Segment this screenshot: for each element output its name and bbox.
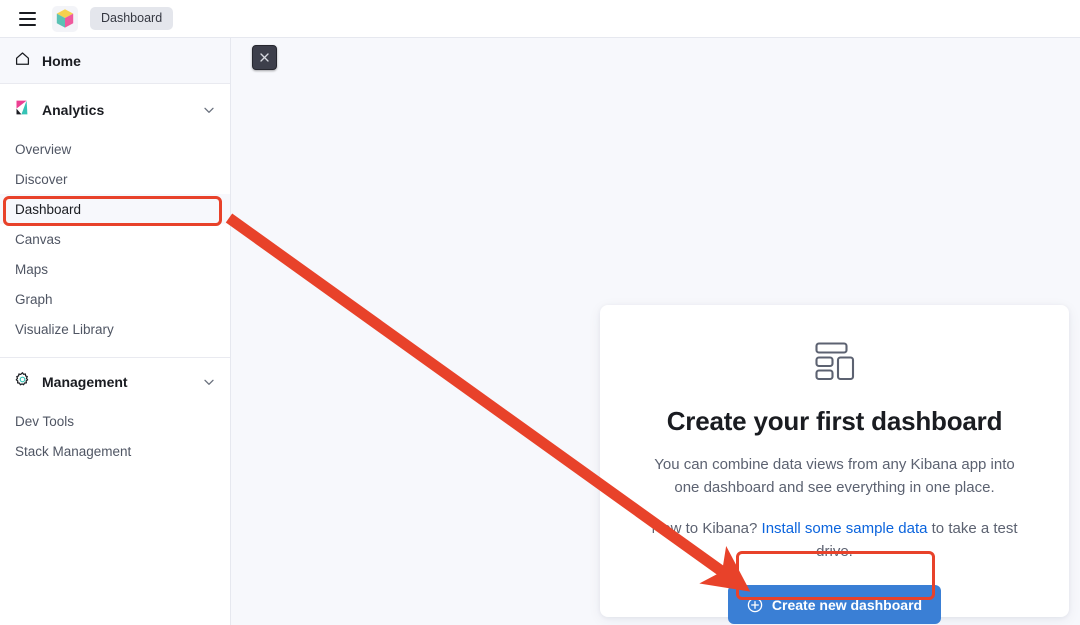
sidebar-item-dashboard[interactable]: Dashboard xyxy=(0,194,230,224)
main-content-area: Create your first dashboard You can comb… xyxy=(231,38,1080,625)
sidebar-item-maps[interactable]: Maps xyxy=(0,254,230,284)
hamburger-menu-icon[interactable] xyxy=(14,6,40,32)
sidebar-group-header-management[interactable]: Management xyxy=(0,358,230,406)
sidebar-item-home[interactable]: Home xyxy=(0,38,230,84)
sidebar-item-discover[interactable]: Discover xyxy=(0,164,230,194)
create-new-dashboard-button[interactable]: Create new dashboard xyxy=(727,585,942,624)
sidebar-item-label: Canvas xyxy=(15,231,61,247)
home-icon xyxy=(14,50,31,72)
plus-circle-icon xyxy=(747,597,763,613)
hamburger-line xyxy=(18,17,36,20)
sidebar-group-header-analytics[interactable]: Analytics xyxy=(0,86,230,134)
sidebar-item-graph[interactable]: Graph xyxy=(0,284,230,314)
sidebar-item-label: Maps xyxy=(15,261,49,277)
sidebar-group-label: Analytics xyxy=(42,102,105,118)
sidebar-item-label: Discover xyxy=(15,171,68,187)
sidebar-item-stack-management[interactable]: Stack Management xyxy=(0,436,230,466)
chevron-down-icon[interactable] xyxy=(202,103,216,117)
top-header-bar: Dashboard xyxy=(0,0,1080,38)
sidebar-group-management: Management Dev Tools Stack Management xyxy=(0,358,230,466)
sidebar-item-label: Overview xyxy=(15,141,72,157)
dashboard-layout-icon xyxy=(813,341,857,388)
sidebar-item-label: Dashboard xyxy=(15,201,82,217)
close-x-icon xyxy=(258,51,271,64)
empty-state-sample-data-prompt: New to Kibana? Install some sample data … xyxy=(644,517,1025,564)
sidebar-item-label: Home xyxy=(42,52,81,69)
create-new-dashboard-button-label: Create new dashboard xyxy=(771,596,923,613)
kibana-app-window: Dashboard Home Analytics Overview Discov… xyxy=(0,0,1080,625)
sidebar-group-analytics: Analytics Overview Discover Dashboard Ca… xyxy=(0,86,230,344)
sidebar-item-visualize-library[interactable]: Visualize Library xyxy=(0,314,230,344)
sidebar-item-overview[interactable]: Overview xyxy=(0,134,230,164)
hamburger-line xyxy=(18,11,36,14)
sidebar-item-dev-tools[interactable]: Dev Tools xyxy=(0,406,230,436)
close-overlay-button[interactable] xyxy=(252,45,277,70)
empty-state-description: You can combine data views from any Kiba… xyxy=(654,456,1015,497)
sidebar-item-canvas[interactable]: Canvas xyxy=(0,224,230,254)
sidebar-item-label: Dev Tools xyxy=(15,413,75,429)
sidebar-item-label: Graph xyxy=(15,291,53,307)
page-title: Create your first dashboard xyxy=(666,406,1003,436)
sidebar-nav: Home Analytics Overview Discover Dashboa… xyxy=(0,38,231,625)
prompt-prefix-text: New to Kibana? xyxy=(651,519,762,537)
sidebar-group-label: Management xyxy=(42,374,128,390)
elastic-cube-logo-icon[interactable] xyxy=(52,5,78,32)
install-sample-data-link[interactable]: Install some sample data xyxy=(762,520,928,537)
empty-state-card: Create your first dashboard You can comb… xyxy=(600,305,1069,624)
breadcrumb[interactable]: Dashboard xyxy=(90,6,174,31)
hamburger-line xyxy=(18,23,36,26)
kibana-k-logo-icon xyxy=(14,99,31,121)
gear-icon xyxy=(14,371,31,393)
sidebar-item-label: Visualize Library xyxy=(15,321,114,337)
chevron-down-icon[interactable] xyxy=(202,375,216,389)
sidebar-item-label: Stack Management xyxy=(15,443,132,459)
create-dashboard-button-wrapper: Create new dashboard xyxy=(727,585,942,624)
